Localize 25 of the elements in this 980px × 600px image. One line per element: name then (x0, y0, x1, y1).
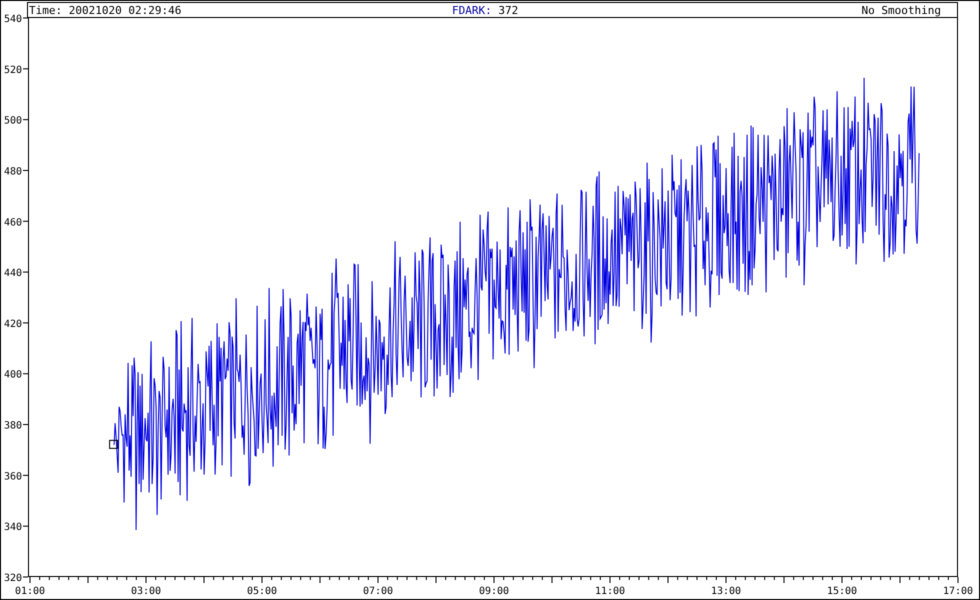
y-axis-label: 360 (4, 471, 22, 482)
y-axis-label: 500 (4, 116, 22, 127)
x-axis-label: 11:00 (594, 586, 626, 597)
y-axis-label: 460 (4, 217, 22, 228)
x-axis-label: 17:00 (942, 586, 974, 597)
x-axis-label: 09:00 (478, 586, 510, 597)
time-label: Time: 20021020 02:29:46 (29, 4, 182, 17)
y-axis-label: 340 (4, 522, 22, 534)
x-axis-label: 13:00 (710, 586, 742, 597)
channel-readout: FDARK: 372 (452, 4, 518, 17)
x-axis-label: 05:00 (246, 586, 278, 597)
y-axis-label: 440 (4, 268, 22, 280)
x-axis-label: 03:00 (130, 586, 162, 597)
x-axis-label: 01:00 (14, 586, 46, 597)
y-axis-label: 420 (4, 318, 22, 330)
smoothing-label: No Smoothing (862, 4, 941, 17)
y-axis-label: 480 (4, 166, 22, 178)
y-axis-label: 380 (4, 420, 22, 432)
y-axis-label: 400 (4, 370, 22, 381)
cursor-marker (109, 440, 118, 449)
y-axis-label: 320 (4, 573, 22, 584)
x-axis-label: 15:00 (826, 586, 858, 597)
y-axis-label: 540 (4, 14, 22, 25)
y-axis-label: 520 (4, 64, 22, 76)
x-axis-label: 07:00 (362, 586, 394, 597)
